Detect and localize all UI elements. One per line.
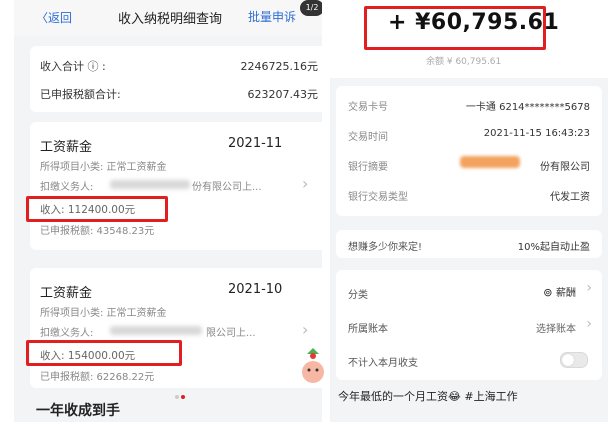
- page-dots: [174, 384, 186, 403]
- settings-card: 分类 ⊚ 薪酬 › 所属账本 选择账本 › 不计入本月收支: [336, 270, 602, 380]
- card-number-label: 交易卡号: [348, 102, 388, 113]
- account-select[interactable]: 选择账本: [536, 320, 576, 335]
- summary-card: 收入合计 ⓘ : 2246725.16元 已申报税额合计: 623207.43元: [30, 46, 322, 112]
- record-tax: 已申报税额: 62268.22元: [40, 372, 155, 383]
- wallet-icon: ⊚: [543, 286, 553, 299]
- redacted-name: [110, 180, 190, 189]
- bottom-heading: 一年收成到手: [36, 403, 120, 419]
- income-highlight-box: [26, 196, 168, 222]
- bank-summary-label: 银行摘要: [348, 162, 388, 173]
- chevron-right-icon: ›: [586, 280, 592, 296]
- bulk-appeal-button[interactable]: 批量申诉: [248, 8, 296, 25]
- redacted-name: [110, 326, 202, 335]
- transaction-type-label: 银行交易类型: [348, 192, 408, 203]
- category-value: 薪酬: [556, 288, 576, 299]
- account-label: 所属账本: [348, 324, 388, 335]
- record-tax: 已申报税额: 43548.23元: [40, 226, 155, 237]
- transaction-detail-panel: + ¥60,795.61 余额 ¥ 60,795.61 交易卡号 一卡通 621…: [330, 0, 608, 422]
- record-subitem: 所得项目小类: 正常工资薪金: [40, 308, 167, 319]
- income-total-label: 收入合计 ⓘ :: [40, 60, 106, 73]
- exclude-toggle[interactable]: [560, 352, 588, 368]
- record-title: 工资薪金: [40, 140, 93, 155]
- time-value: 2021-11-15 16:43:23: [483, 128, 590, 139]
- income-record-card[interactable]: 工资薪金 2021-11 所得项目小类: 正常工资薪金 扣缴义务人: 份有限公司…: [30, 122, 322, 250]
- income-record-card[interactable]: 工资薪金 2021-10 所得项目小类: 正常工资薪金 扣缴义务人: 限公司上.…: [30, 268, 322, 388]
- income-total-value: 2246725.16元: [240, 60, 318, 73]
- redacted-company: [460, 156, 520, 168]
- page-indicator: 1/2: [300, 0, 322, 16]
- transaction-amount: + ¥60,795.61: [388, 10, 560, 35]
- tax-detail-panel: 〈返回 收入纳税明细查询 批量申诉 1/2 收入合计 ⓘ : 2246725.1…: [14, 0, 322, 422]
- back-button[interactable]: 〈返回: [36, 9, 72, 26]
- chevron-right-icon: ›: [302, 320, 309, 339]
- chevron-right-icon: ›: [302, 174, 309, 193]
- tax-declared-label: 已申报税额合计:: [40, 88, 121, 101]
- record-title: 工资薪金: [40, 286, 93, 301]
- balance-text: 余额 ¥ 60,795.61: [426, 57, 502, 67]
- card-number-value: 一卡通 6214********5678: [465, 102, 590, 113]
- mascot-sticker: [298, 346, 328, 386]
- chevron-right-icon: ›: [586, 316, 592, 332]
- promo-rate: 10%起自动止盈: [517, 242, 590, 253]
- transaction-details-card: 交易卡号 一卡通 6214********5678 交易时间 2021-11-1…: [336, 86, 602, 216]
- record-withholder: 扣缴义务人:: [40, 328, 94, 339]
- record-withholder-tail: 份有限公司上...: [192, 182, 262, 193]
- record-withholder-tail: 限公司上...: [206, 328, 256, 339]
- bank-summary-value: 份有限公司: [540, 162, 590, 173]
- transaction-type-value: 代发工资: [550, 192, 590, 203]
- promo-banner[interactable]: 想赚多少你来定! 10%起自动止盈: [336, 230, 602, 258]
- caption-text: 今年最低的一个月工资😂 #上海工作: [338, 390, 518, 403]
- record-withholder: 扣缴义务人:: [40, 182, 94, 193]
- category-label: 分类: [348, 290, 368, 301]
- record-date: 2021-11: [228, 136, 283, 151]
- exclude-label: 不计入本月收支: [348, 358, 418, 369]
- record-date: 2021-10: [228, 282, 283, 297]
- time-label: 交易时间: [348, 132, 388, 143]
- category-row[interactable]: ⊚ 薪酬: [543, 284, 576, 299]
- tax-declared-value: 623207.43元: [247, 88, 319, 101]
- page-title: 收入纳税明细查询: [118, 12, 223, 27]
- promo-text: 想赚多少你来定!: [348, 242, 423, 253]
- income-highlight-box: [26, 340, 182, 366]
- record-subitem: 所得项目小类: 正常工资薪金: [40, 162, 167, 173]
